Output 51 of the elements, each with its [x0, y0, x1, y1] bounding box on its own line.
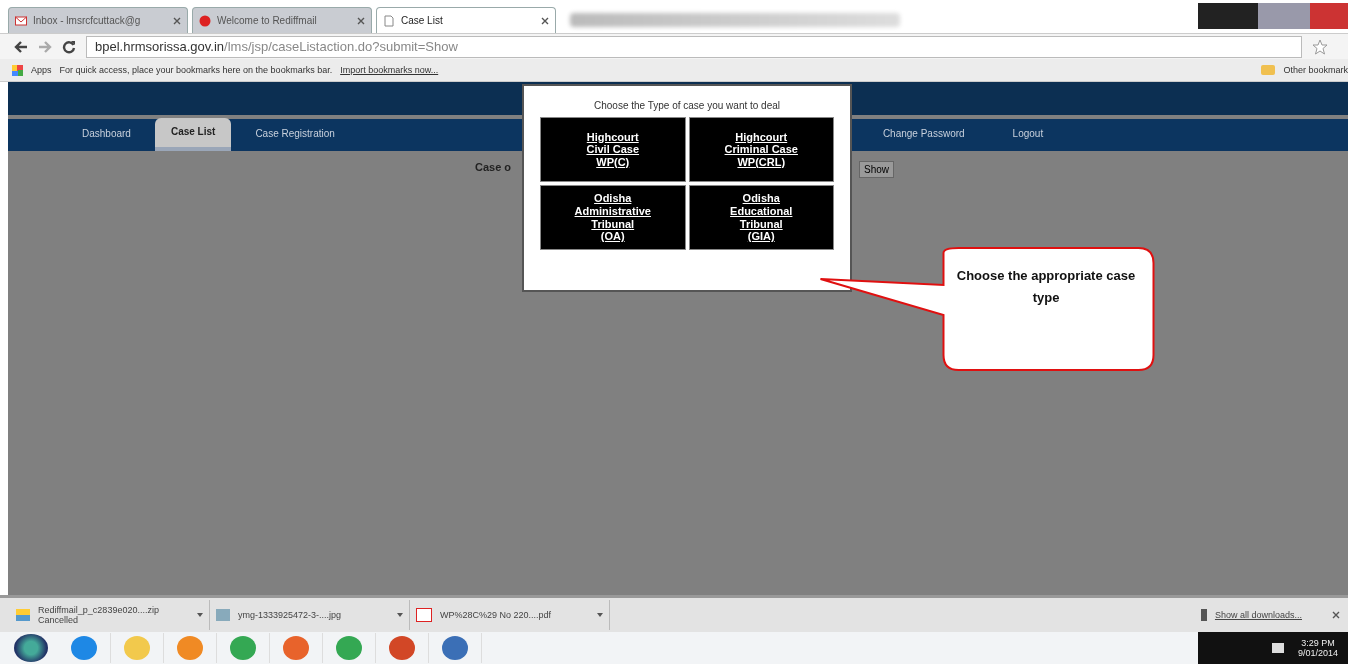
page-icon	[383, 14, 395, 27]
nav-tab[interactable]: Case List	[154, 118, 232, 151]
logo-icon	[199, 14, 211, 27]
caret-icon[interactable]	[397, 613, 403, 617]
nav-tab[interactable]: Logout	[988, 120, 1068, 151]
back-icon[interactable]	[14, 39, 28, 54]
caret-icon[interactable]	[197, 613, 203, 617]
case-label: Case o	[475, 161, 512, 173]
browser-tab[interactable]: Welcome to Rediffmail	[192, 7, 372, 33]
tab-title: Welcome to Rediffmail	[217, 15, 318, 26]
download-item[interactable]: ymg-1333925472-3-....jpg	[210, 600, 410, 630]
close-icon[interactable]	[357, 16, 365, 25]
image-icon	[216, 609, 230, 621]
nav-tab[interactable]: Dashboard	[58, 120, 155, 151]
other-bookmarks[interactable]: Other bookmark	[1283, 65, 1348, 75]
caret-icon[interactable]	[597, 613, 603, 617]
case-type-button[interactable]: Odisha Administrative Tribunal (OA)	[540, 185, 686, 250]
show-all-downloads-link[interactable]: Show all downloads...	[1214, 610, 1302, 620]
archive-icon	[16, 609, 30, 621]
window-controls[interactable]	[1198, 3, 1348, 29]
folder-icon	[1261, 65, 1276, 75]
download-item[interactable]: WP%28C%29 No 220....pdf	[410, 600, 610, 630]
clock-date: 9/01/2014	[1297, 648, 1338, 658]
case-type-button[interactable]: Highcourt Civil Case WP(C)	[540, 117, 686, 182]
browser-tab[interactable]: Inbox - lmsrcfcuttack@g	[8, 7, 188, 33]
bookmarks-hint: For quick access, place your bookmarks here on the bookmarks bar.	[59, 65, 333, 75]
case-type-button[interactable]: Highcourt Criminal Case WP(CRL)	[688, 117, 834, 182]
callout-text: Choose the appropriate case type	[956, 267, 1136, 308]
apps-icon[interactable]	[12, 64, 23, 76]
close-icon[interactable]	[173, 16, 181, 25]
start-icon[interactable]	[14, 634, 48, 662]
tab-title: Case List	[401, 15, 444, 26]
close-icon[interactable]	[1332, 611, 1340, 619]
apps-link[interactable]: Apps	[31, 65, 52, 75]
nav-tab[interactable]: Case Registration	[231, 120, 359, 151]
case-type-button[interactable]: Odisha Educational Tribunal (GIA)	[688, 185, 834, 250]
star-icon[interactable]	[1312, 38, 1328, 55]
clock-time: 3:29 PM	[1301, 638, 1335, 648]
address-field[interactable]: bpel.hrmsorissa.gov.in/lms/jsp/caseListaction.do?submit=Show	[86, 35, 1302, 58]
dialog-title: Choose the Type of case you want to deal	[592, 100, 782, 111]
download-item[interactable]: Rediffmail_p_c2839e020....zip Cancelled	[10, 600, 210, 630]
show-button[interactable]: Show	[859, 161, 895, 178]
nav-tab[interactable]: Change Password	[858, 120, 989, 151]
tab-title: Inbox - lmsrcfcuttack@g	[33, 15, 142, 26]
download-icon	[1200, 609, 1207, 621]
browser-tab[interactable]: Case List	[376, 7, 556, 33]
mail-icon	[15, 14, 27, 27]
reload-icon[interactable]	[62, 39, 76, 54]
pdf-icon	[416, 608, 432, 622]
close-icon[interactable]	[541, 16, 549, 25]
import-link[interactable]: Import bookmarks now...	[340, 65, 439, 75]
